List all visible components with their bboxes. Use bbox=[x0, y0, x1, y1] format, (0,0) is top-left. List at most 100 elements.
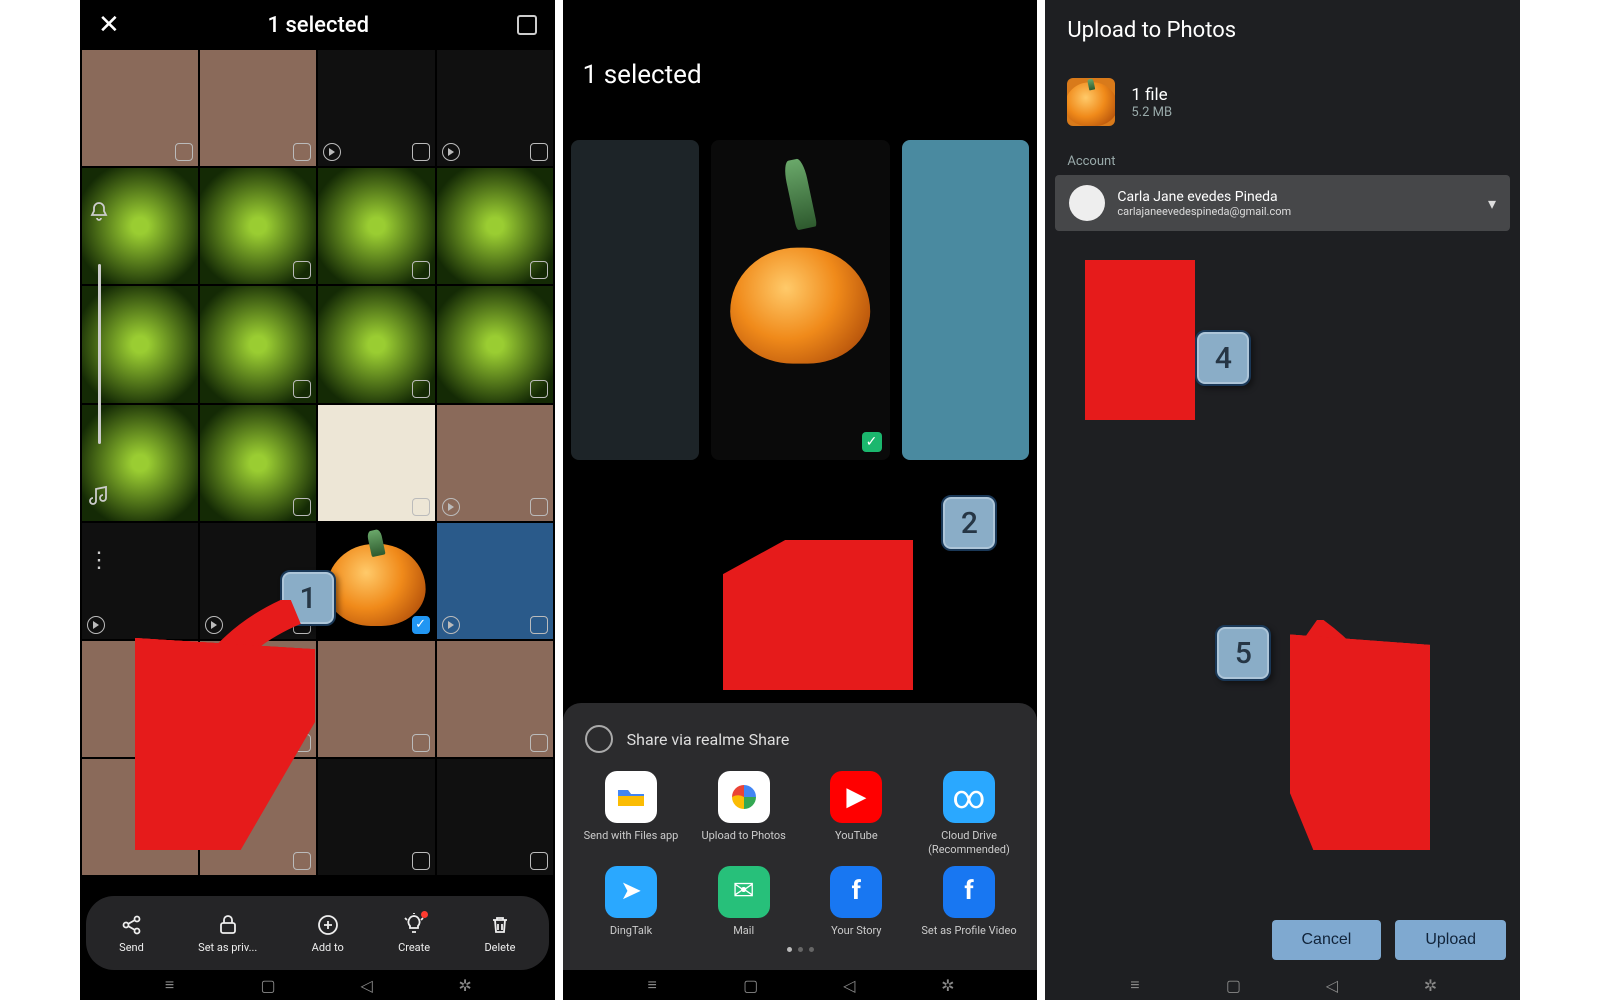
account-section-label: Account bbox=[1045, 144, 1520, 175]
select-all-icon[interactable] bbox=[517, 15, 537, 35]
play-icon bbox=[323, 143, 341, 161]
share-label: YouTube bbox=[835, 829, 878, 842]
checkbox-icon[interactable] bbox=[412, 852, 430, 870]
set-private-button[interactable]: Set as priv... bbox=[198, 913, 257, 954]
grid-thumb[interactable] bbox=[318, 759, 434, 875]
upload-button[interactable]: Upload bbox=[1395, 920, 1506, 960]
grid-thumb[interactable] bbox=[200, 405, 316, 521]
account-name: Carla Jane evedes Pineda bbox=[1117, 189, 1476, 205]
checkbox-icon[interactable] bbox=[412, 143, 430, 161]
preview-thumb-selected[interactable] bbox=[711, 140, 890, 460]
checkbox-icon[interactable] bbox=[175, 143, 193, 161]
grid-thumb[interactable] bbox=[318, 168, 434, 284]
checkbox-icon[interactable] bbox=[293, 380, 311, 398]
grid-thumb[interactable] bbox=[200, 50, 316, 166]
checkbox-icon[interactable] bbox=[530, 616, 548, 634]
checkbox-icon[interactable] bbox=[412, 261, 430, 279]
scroll-indicator[interactable] bbox=[98, 264, 101, 444]
recent-apps-icon[interactable]: ≡ bbox=[1126, 976, 1144, 994]
back-icon[interactable]: ◁ bbox=[358, 976, 376, 994]
selection-topbar: ✕ 1 selected bbox=[80, 0, 555, 50]
account-selector[interactable]: Carla Jane evedes Pineda carlajaneevedes… bbox=[1055, 175, 1510, 231]
youtube-icon: ▶ bbox=[830, 771, 882, 823]
grid-thumb[interactable] bbox=[200, 286, 316, 402]
share-files-app[interactable]: Send with Files app bbox=[579, 771, 684, 855]
send-label: Send bbox=[119, 941, 144, 954]
grid-thumb[interactable] bbox=[437, 50, 553, 166]
grid-thumb[interactable] bbox=[437, 168, 553, 284]
accessibility-icon[interactable]: ✲ bbox=[939, 976, 957, 994]
send-button[interactable]: Send bbox=[119, 913, 144, 954]
home-icon[interactable]: ▢ bbox=[742, 976, 760, 994]
checkbox-checked-icon[interactable] bbox=[862, 432, 882, 452]
share-label: Cloud Drive (Recommended) bbox=[917, 829, 1022, 855]
create-button[interactable]: Create bbox=[398, 913, 430, 954]
checkbox-icon[interactable] bbox=[530, 380, 548, 398]
grid-thumb[interactable] bbox=[318, 641, 434, 757]
grid-thumb[interactable] bbox=[318, 405, 434, 521]
grid-thumb[interactable] bbox=[318, 50, 434, 166]
cancel-button[interactable]: Cancel bbox=[1272, 920, 1382, 960]
checkbox-icon[interactable] bbox=[293, 852, 311, 870]
file-thumbnail bbox=[1067, 78, 1115, 126]
checkbox-icon[interactable] bbox=[530, 734, 548, 752]
annotation-arrow-4 bbox=[1085, 260, 1195, 420]
realme-share-label: Share via realme Share bbox=[627, 730, 790, 749]
checkbox-icon[interactable] bbox=[412, 734, 430, 752]
grid-thumb[interactable] bbox=[200, 168, 316, 284]
checkbox-icon[interactable] bbox=[412, 498, 430, 516]
action-bar: Send Set as priv... Add to Create Delete bbox=[86, 896, 549, 970]
left-rail: ⋮ bbox=[80, 200, 118, 573]
share-cloud-drive[interactable]: ∞ Cloud Drive (Recommended) bbox=[917, 771, 1022, 855]
home-icon[interactable]: ▢ bbox=[1224, 976, 1242, 994]
accessibility-icon[interactable]: ✲ bbox=[1421, 976, 1439, 994]
back-icon[interactable]: ◁ bbox=[1323, 976, 1341, 994]
checkbox-icon[interactable] bbox=[530, 143, 548, 161]
share-upload-photos[interactable]: Upload to Photos bbox=[691, 771, 796, 855]
share-your-story[interactable]: f Your Story bbox=[804, 866, 909, 937]
grid-thumb[interactable] bbox=[437, 286, 553, 402]
preview-thumb[interactable] bbox=[902, 140, 1030, 460]
bell-icon[interactable] bbox=[87, 200, 111, 224]
dingtalk-icon: ➤ bbox=[605, 866, 657, 918]
share-youtube[interactable]: ▶ YouTube bbox=[804, 771, 909, 855]
system-nav: ≡ ▢ ◁ ✲ bbox=[80, 970, 555, 1000]
file-row: 1 file 5.2 MB bbox=[1045, 60, 1520, 144]
chevron-down-icon: ▾ bbox=[1488, 194, 1496, 213]
grid-thumb[interactable] bbox=[318, 286, 434, 402]
checkbox-checked-icon[interactable] bbox=[412, 616, 430, 634]
recent-apps-icon[interactable]: ≡ bbox=[643, 976, 661, 994]
close-icon[interactable]: ✕ bbox=[98, 10, 120, 40]
share-icon bbox=[120, 913, 144, 937]
recent-apps-icon[interactable]: ≡ bbox=[161, 976, 179, 994]
plus-circle-icon bbox=[316, 913, 340, 937]
more-icon[interactable]: ⋮ bbox=[88, 548, 110, 573]
realme-share-row[interactable]: Share via realme Share bbox=[573, 725, 1028, 771]
add-to-button[interactable]: Add to bbox=[312, 913, 344, 954]
checkbox-icon[interactable] bbox=[530, 852, 548, 870]
share-dingtalk[interactable]: ➤ DingTalk bbox=[579, 866, 684, 937]
checkbox-icon[interactable] bbox=[293, 261, 311, 279]
checkbox-icon[interactable] bbox=[412, 380, 430, 398]
checkbox-icon[interactable] bbox=[293, 498, 311, 516]
grid-thumb[interactable] bbox=[437, 759, 553, 875]
grid-thumb[interactable] bbox=[82, 50, 198, 166]
grid-thumb[interactable] bbox=[437, 523, 553, 639]
file-size: 5.2 MB bbox=[1131, 105, 1172, 120]
account-email: carlajaneevedespineda@gmail.com bbox=[1117, 205, 1476, 218]
delete-button[interactable]: Delete bbox=[484, 913, 515, 954]
grid-thumb[interactable] bbox=[437, 405, 553, 521]
home-icon[interactable]: ▢ bbox=[259, 976, 277, 994]
share-profile-video[interactable]: f Set as Profile Video bbox=[917, 866, 1022, 937]
checkbox-icon[interactable] bbox=[530, 261, 548, 279]
grid-thumb[interactable] bbox=[437, 641, 553, 757]
accessibility-icon[interactable]: ✲ bbox=[456, 976, 474, 994]
back-icon[interactable]: ◁ bbox=[840, 976, 858, 994]
screen-gallery-select: ✕ 1 selected bbox=[80, 0, 555, 1000]
preview-thumb[interactable] bbox=[571, 140, 699, 460]
selected-thumbs-row bbox=[563, 140, 1038, 460]
share-mail[interactable]: ✉ Mail bbox=[691, 866, 796, 937]
music-icon[interactable] bbox=[87, 484, 111, 508]
checkbox-icon[interactable] bbox=[530, 498, 548, 516]
checkbox-icon[interactable] bbox=[293, 143, 311, 161]
